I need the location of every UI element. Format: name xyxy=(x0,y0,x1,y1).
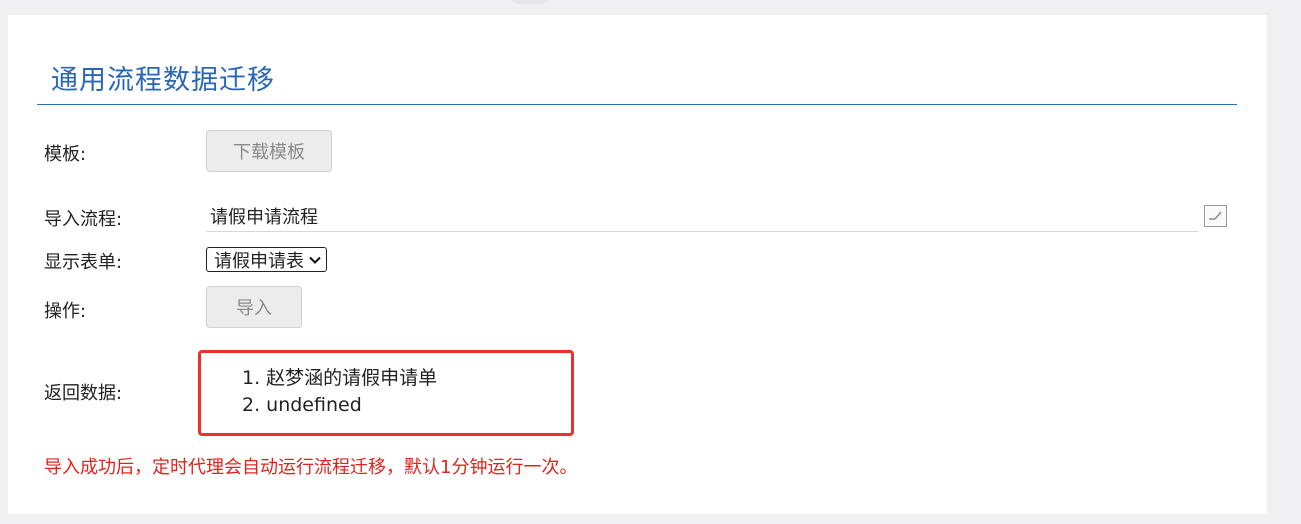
top-decoration xyxy=(508,0,552,4)
list-item: 1. 赵梦涵的请假申请单 xyxy=(242,367,438,389)
result-label: 返回数据: xyxy=(44,383,123,404)
download-template-button[interactable]: 下载模板 xyxy=(206,130,332,172)
list-item: 2. undefined xyxy=(242,394,362,416)
edit-icon[interactable] xyxy=(1204,205,1227,227)
form-label: 显示表单: xyxy=(44,252,123,273)
import-flow-label: 导入流程: xyxy=(44,209,123,230)
form-select-value: 请假申请表 xyxy=(214,250,304,272)
import-button[interactable]: 导入 xyxy=(206,286,302,328)
chevron-down-icon xyxy=(309,256,321,264)
import-flow-input[interactable] xyxy=(206,200,1198,232)
action-label: 操作: xyxy=(44,301,87,322)
template-label: 模板: xyxy=(44,144,87,165)
result-list: 1. 赵梦涵的请假申请单 2. undefined xyxy=(242,365,437,419)
main-card: 通用流程数据迁移 模板: 下载模板 导入流程: 显示表单: 请假申请表 操作: … xyxy=(8,15,1267,514)
title-divider xyxy=(37,104,1237,105)
page-title: 通用流程数据迁移 xyxy=(51,65,275,96)
form-select[interactable]: 请假申请表 xyxy=(206,247,327,272)
info-note: 导入成功后，定时代理会自动运行流程迁移，默认1分钟运行一次。 xyxy=(44,457,578,478)
